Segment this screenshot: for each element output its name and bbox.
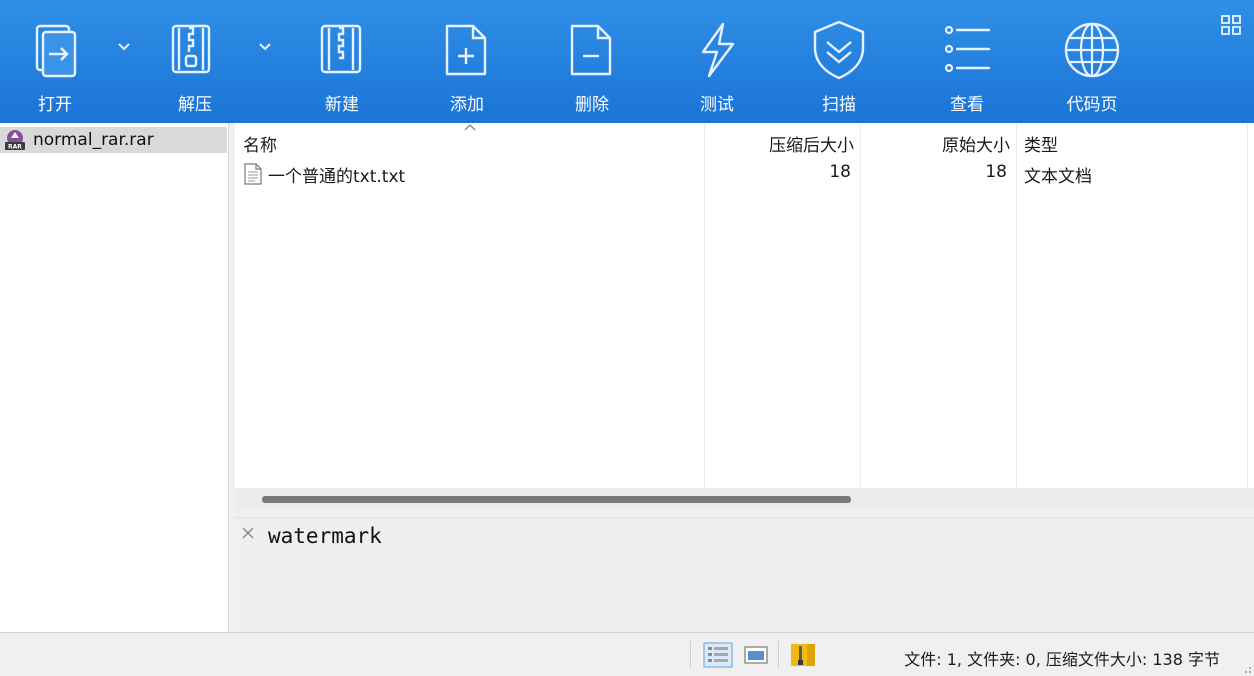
layout-grid-icon[interactable] [1220,14,1242,36]
file-type-cell: 文本文档 [1024,167,1092,187]
delete-file-icon [570,24,612,76]
view-label: 查看 [950,95,984,115]
add-button[interactable]: 添加 [412,0,522,123]
original-size-cell: 18 [985,162,1007,182]
svg-text:RAR: RAR [8,144,22,151]
extract-dropdown-chevron-icon[interactable] [257,38,273,54]
table-row[interactable]: 一个普通的txt.txt 18 18 文本文档 [235,161,1247,187]
new-archive-button[interactable]: 新建 [287,0,397,123]
details-view-icon[interactable] [703,642,733,668]
horizontal-scrollbar[interactable] [235,488,1254,510]
file-list: 名称 压缩后大小 原始大小 类型 一个普通的txt.txt 18 18 文本文档 [235,123,1254,488]
open-icon [35,24,77,78]
globe-icon [1064,22,1120,78]
toolbar: 打开 解压 新建 添加 删除 测试 扫描 查看 代码页 [0,0,1254,123]
column-header-original-size[interactable]: 原始大小 [860,131,1010,156]
extract-button[interactable]: 解压 [140,0,250,123]
open-button[interactable]: 打开 [0,0,110,123]
packed-size-cell: 18 [829,162,851,182]
shield-icon [813,20,865,80]
sort-ascending-icon [464,124,476,131]
open-label: 打开 [38,95,72,115]
scan-label: 扫描 [822,95,856,115]
column-header-name[interactable]: 名称 [243,131,277,156]
column-divider[interactable] [1247,123,1248,488]
codepage-label: 代码页 [1066,95,1118,115]
archive-comment-text: watermark [268,524,382,548]
close-icon[interactable] [241,526,255,540]
comment-panel: watermark [235,517,1254,632]
list-icon [944,25,991,73]
preview-pane-icon[interactable] [741,642,771,668]
view-button[interactable]: 查看 [912,0,1022,123]
folder-tree: RAR normal_rar.rar [0,123,229,632]
rar-archive-icon: RAR [5,130,25,151]
status-summary: 文件: 1, 文件夹: 0, 压缩文件大小: 138 字节 [904,650,1220,669]
file-name-cell: 一个普通的txt.txt [268,167,406,187]
column-header-type[interactable]: 类型 [1024,131,1058,156]
resize-grip-icon[interactable] [1240,662,1252,674]
status-divider [690,641,691,669]
tree-item-label: normal_rar.rar [33,130,154,150]
scan-button[interactable]: 扫描 [784,0,894,123]
open-dropdown-chevron-icon[interactable] [116,38,132,54]
scrollbar-thumb[interactable] [262,496,851,503]
add-label: 添加 [450,95,484,115]
lightning-icon [701,22,735,78]
archive-info-icon[interactable] [788,642,818,668]
test-label: 测试 [700,95,734,115]
status-bar: 文件: 1, 文件夹: 0, 压缩文件大小: 138 字节 [0,632,1254,676]
codepage-button[interactable]: 代码页 [1037,0,1147,123]
column-header-packed-size[interactable]: 压缩后大小 [704,131,854,156]
add-file-icon [445,24,487,76]
extract-icon [171,24,211,74]
text-file-icon [244,163,262,185]
tree-item-archive[interactable]: RAR normal_rar.rar [0,127,227,153]
new-archive-label: 新建 [325,95,359,115]
new-archive-icon [320,24,362,74]
delete-button[interactable]: 删除 [537,0,647,123]
test-button[interactable]: 测试 [662,0,772,123]
status-divider [778,641,779,669]
extract-label: 解压 [178,95,212,115]
delete-label: 删除 [575,95,609,115]
